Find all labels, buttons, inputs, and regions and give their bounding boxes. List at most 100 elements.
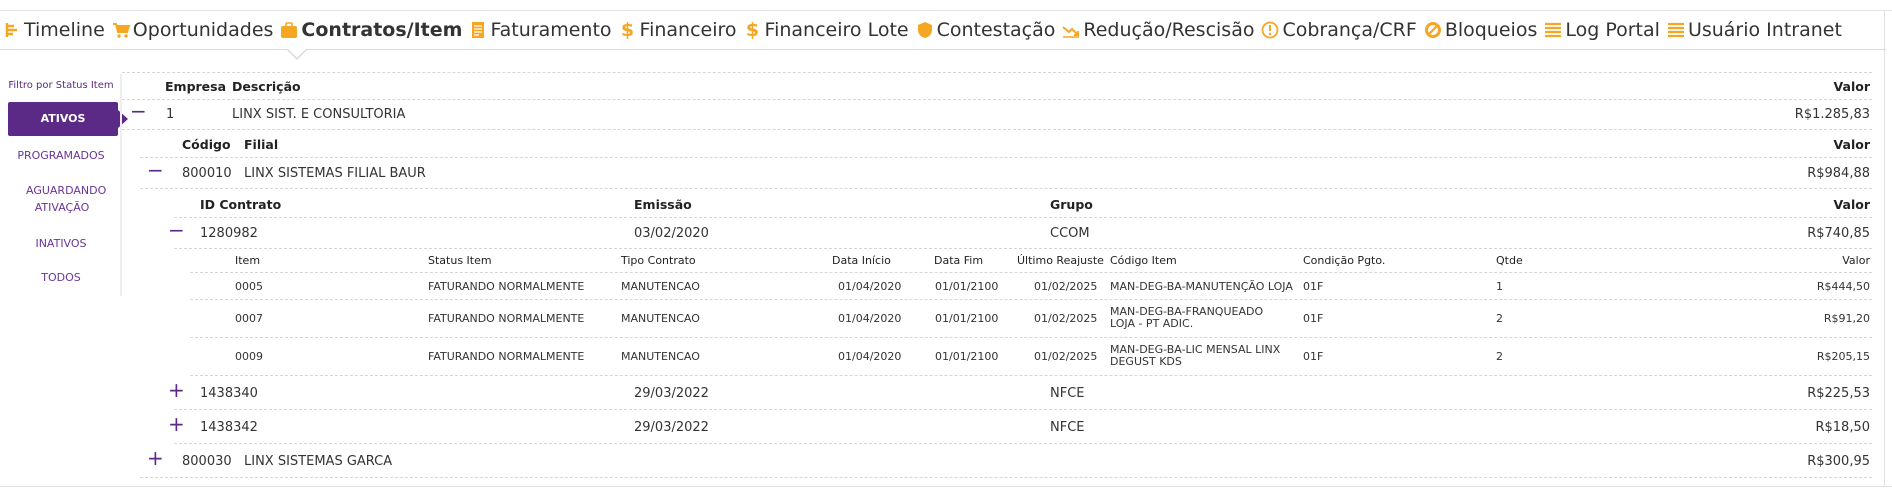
collapse-toggle[interactable]: − <box>147 160 164 180</box>
filter-ativos[interactable]: ATIVOS <box>8 102 128 136</box>
col-valor: Valor <box>1842 254 1870 267</box>
cart-icon <box>111 19 131 41</box>
empresa-id: 1 <box>166 107 175 122</box>
tab-contestacao[interactable]: Contestação <box>915 19 1055 41</box>
filial-header-row: Código Filial Valor <box>140 130 1872 158</box>
item-condicao: 01F <box>1303 312 1324 325</box>
item-status: FATURANDO NORMALMENTE <box>428 280 585 293</box>
contrato-header-row: ID Contrato Emissão Grupo Valor <box>174 189 1872 218</box>
tab-contratos-item[interactable]: Contratos/Item <box>279 19 462 41</box>
col-grupo: Grupo <box>1050 197 1093 212</box>
tab-label: Financeiro <box>639 18 737 41</box>
list-icon <box>1666 19 1686 41</box>
contracts-tree: Empresa Descrição Valor − 1 LINX SIST. E… <box>122 72 1872 482</box>
alert-circle-icon <box>1260 19 1280 41</box>
expand-toggle[interactable]: + <box>147 448 164 468</box>
empresa-descricao: LINX SIST. E CONSULTORIA <box>232 107 406 122</box>
item-qtde: 1 <box>1496 280 1503 293</box>
tab-faturamento[interactable]: Faturamento <box>468 19 612 41</box>
tab-financeiro[interactable]: $ Financeiro <box>618 19 737 41</box>
tab-label: Log Portal <box>1565 18 1660 41</box>
filial-nome: LINX SISTEMAS FILIAL BAUR <box>244 166 426 181</box>
contrato-valor: R$18,50 <box>1815 420 1870 435</box>
item-status: FATURANDO NORMALMENTE <box>428 312 585 325</box>
tab-log-portal[interactable]: Log Portal <box>1543 19 1660 41</box>
list-icon <box>1543 19 1563 41</box>
col-empresa: Empresa <box>165 79 227 94</box>
expand-toggle[interactable]: + <box>168 414 185 434</box>
item-data-inicio: 01/04/2020 <box>838 312 902 325</box>
item-valor: R$205,15 <box>1816 350 1870 363</box>
item-status: FATURANDO NORMALMENTE <box>428 350 585 363</box>
tab-label: Usuário Intranet <box>1687 18 1842 41</box>
tab-timeline[interactable]: Timeline <box>2 19 105 41</box>
item-row: 0005 FATURANDO NORMALMENTE MANUTENCAO 01… <box>190 273 1872 300</box>
empresa-valor: R$1.285,83 <box>1794 107 1870 122</box>
filial-codigo: 800030 <box>182 454 232 469</box>
itens-header-row: Item Status Item Tipo Contrato Data Iníc… <box>190 249 1872 273</box>
tab-label: Cobrança/CRF <box>1282 18 1417 41</box>
item-condicao: 01F <box>1303 280 1324 293</box>
item-data-fim: 01/01/2100 <box>935 312 999 325</box>
col-ultimo-reajuste: Último Reajuste <box>1017 254 1104 267</box>
briefcase-icon <box>279 19 299 41</box>
col-data-inicio: Data Início <box>832 254 891 267</box>
item-condicao: 01F <box>1303 350 1324 363</box>
item-codigo: MAN-DEG-BA-LIC MENSAL LINX DEGUST KDS <box>1110 343 1281 368</box>
col-status-item: Status Item <box>428 254 492 267</box>
expand-toggle[interactable]: + <box>168 380 185 400</box>
item-tipo: MANUTENCAO <box>621 350 700 363</box>
col-descricao: Descrição <box>232 79 301 94</box>
collapse-toggle[interactable]: − <box>168 220 185 240</box>
filial-valor: R$300,95 <box>1807 454 1870 469</box>
contrato-grupo: NFCE <box>1050 420 1085 435</box>
col-filial: Filial <box>244 137 279 152</box>
tab-usuario-intranet[interactable]: Usuário Intranet <box>1666 19 1842 41</box>
item-numero: 0009 <box>235 350 263 363</box>
filial-valor: R$984,88 <box>1807 166 1870 181</box>
item-data-inicio: 01/04/2020 <box>838 350 902 363</box>
contrato-row: + 1438342 29/03/2022 NFCE R$18,50 <box>168 410 1872 444</box>
item-codigo: MAN-DEG-BA-FRANQUEADO LOJA - PT ADIC. <box>1110 305 1264 330</box>
item-ultimo-reajuste: 01/02/2025 <box>1034 312 1098 325</box>
item-tipo: MANUTENCAO <box>621 312 700 325</box>
dollar-icon: $ <box>745 18 760 41</box>
filter-programados[interactable]: PROGRAMADOS <box>0 147 122 164</box>
col-data-fim: Data Fim <box>934 254 984 267</box>
filial-nome: LINX SISTEMAS GARCA <box>244 454 393 469</box>
tab-reducao-rescisao[interactable]: Redução/Rescisão <box>1061 19 1254 41</box>
item-numero: 0005 <box>235 280 263 293</box>
contrato-emissao: 29/03/2022 <box>634 420 709 435</box>
tab-oportunidades[interactable]: Oportunidades <box>111 19 273 41</box>
filter-aguardando-ativacao[interactable]: AGUARDANDO ATIVAÇÃO <box>26 182 106 216</box>
tab-cobranca-crf[interactable]: Cobrança/CRF <box>1260 18 1417 41</box>
contrato-emissao: 29/03/2022 <box>634 386 709 401</box>
dollar-icon: $ <box>620 18 635 41</box>
filial-row: + 800030 LINX SISTEMAS GARCA R$300,95 <box>140 444 1872 478</box>
collapse-toggle[interactable]: − <box>130 101 147 121</box>
tab-label: Financeiro Lote <box>764 18 909 41</box>
tab-financeiro-lote[interactable]: $ Financeiro Lote <box>743 19 909 41</box>
col-item: Item <box>235 254 261 267</box>
item-qtde: 2 <box>1496 312 1503 325</box>
item-qtde: 2 <box>1496 350 1503 363</box>
tab-label: Bloqueios <box>1444 18 1538 41</box>
panel-border <box>1884 10 1885 486</box>
col-valor: Valor <box>1833 137 1870 152</box>
item-row: 0007 FATURANDO NORMALMENTE MANUTENCAO 01… <box>190 300 1872 338</box>
filter-todos[interactable]: TODOS <box>0 269 122 286</box>
contrato-grupo: CCOM <box>1050 226 1090 241</box>
tab-label: Timeline <box>24 18 105 41</box>
tab-bar: Timeline Oportunidades Contratos/Item Fa… <box>0 10 1886 50</box>
item-valor: R$91,20 <box>1823 312 1870 325</box>
item-data-fim: 01/01/2100 <box>935 280 999 293</box>
col-tipo-contrato: Tipo Contrato <box>621 254 696 267</box>
tab-bloqueios[interactable]: Bloqueios <box>1423 18 1538 41</box>
contrato-valor: R$225,53 <box>1807 386 1870 401</box>
filter-inativos[interactable]: INATIVOS <box>0 235 122 252</box>
contrato-valor: R$740,85 <box>1807 226 1870 241</box>
timeline-icon <box>2 19 22 41</box>
col-valor: Valor <box>1833 79 1870 94</box>
contrato-id: 1280982 <box>200 226 258 241</box>
filter-title: Filtro por Status Item <box>8 80 114 91</box>
